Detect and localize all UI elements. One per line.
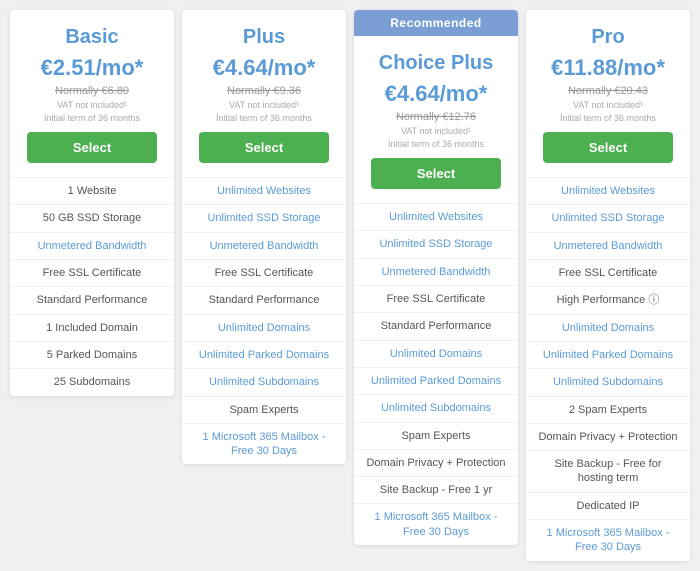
plan-name-choice-plus: Choice Plus — [364, 52, 508, 75]
plan-price-plus: €4.64/mo* — [192, 55, 336, 81]
feature-item: 1 Microsoft 365 Mailbox - Free 30 Days — [354, 504, 518, 545]
feature-item: Unlimited Domains — [354, 341, 518, 368]
feature-item: 2 Spam Experts — [526, 397, 690, 424]
feature-item: 50 GB SSD Storage — [10, 205, 174, 232]
feature-item: Standard Performance — [10, 287, 174, 314]
feature-item: Unmetered Bandwidth — [526, 233, 690, 260]
select-button-choice-plus[interactable]: Select — [371, 158, 501, 189]
plan-features-plus: Unlimited WebsitesUnlimited SSD StorageU… — [182, 178, 346, 464]
plan-features-pro: Unlimited WebsitesUnlimited SSD StorageU… — [526, 178, 690, 560]
feature-item: Free SSL Certificate — [10, 260, 174, 287]
feature-item: 5 Parked Domains — [10, 342, 174, 369]
feature-item: 25 Subdomains — [10, 369, 174, 395]
plan-vat-choice-plus: VAT not included¹Initial term of 36 mont… — [364, 125, 508, 150]
plan-card-pro: Pro €11.88/mo* Normally €20.43 VAT not i… — [526, 10, 690, 561]
feature-item: Unlimited Websites — [354, 204, 518, 231]
plan-card-basic: Basic €2.51/mo* Normally €6.80 VAT not i… — [10, 10, 174, 396]
select-button-pro[interactable]: Select — [543, 132, 673, 163]
plan-normal-price-choice-plus: Normally €12.76 — [364, 111, 508, 123]
feature-item: 1 Included Domain — [10, 315, 174, 342]
feature-item: 1 Microsoft 365 Mailbox - Free 30 Days — [526, 520, 690, 561]
feature-item: Unmetered Bandwidth — [10, 233, 174, 260]
select-button-plus[interactable]: Select — [199, 132, 329, 163]
plan-header-pro: Pro €11.88/mo* Normally €20.43 VAT not i… — [526, 10, 690, 178]
feature-item: Unlimited Websites — [182, 178, 346, 205]
plan-header-plus: Plus €4.64/mo* Normally €9.36 VAT not in… — [182, 10, 346, 178]
feature-item: Unlimited Domains — [526, 315, 690, 342]
plan-vat-pro: VAT not included¹Initial term of 36 mont… — [536, 99, 680, 124]
feature-item: Domain Privacy + Protection — [526, 424, 690, 451]
plan-normal-price-pro: Normally €20.43 — [536, 85, 680, 97]
feature-item: Free SSL Certificate — [354, 286, 518, 313]
feature-item: Unlimited Websites — [526, 178, 690, 205]
plan-name-pro: Pro — [536, 26, 680, 49]
plan-card-choice-plus: Recommended Choice Plus €4.64/mo* Normal… — [354, 10, 518, 545]
feature-item: Site Backup - Free for hosting term — [526, 451, 690, 493]
feature-item: Unlimited Parked Domains — [182, 342, 346, 369]
plan-normal-price-basic: Normally €6.80 — [20, 85, 164, 97]
feature-item: Unlimited Parked Domains — [526, 342, 690, 369]
feature-item: Site Backup - Free 1 yr — [354, 477, 518, 504]
plan-card-plus: Plus €4.64/mo* Normally €9.36 VAT not in… — [182, 10, 346, 464]
feature-item: Free SSL Certificate — [526, 260, 690, 287]
plan-header-choice-plus: Choice Plus €4.64/mo* Normally €12.76 VA… — [354, 36, 518, 204]
feature-item: Free SSL Certificate — [182, 260, 346, 287]
feature-item: Unlimited Parked Domains — [354, 368, 518, 395]
feature-item: Domain Privacy + Protection — [354, 450, 518, 477]
feature-item: Unlimited SSD Storage — [354, 231, 518, 258]
feature-item: Spam Experts — [354, 423, 518, 450]
plan-price-choice-plus: €4.64/mo* — [364, 81, 508, 107]
feature-item: 1 Website — [10, 178, 174, 205]
select-button-basic[interactable]: Select — [27, 132, 157, 163]
plan-vat-basic: VAT not included¹Initial term of 36 mont… — [20, 99, 164, 124]
feature-item: Unlimited SSD Storage — [526, 205, 690, 232]
feature-item: Spam Experts — [182, 397, 346, 424]
feature-item: Unmetered Bandwidth — [354, 259, 518, 286]
feature-item: High Performance ⓘ — [526, 287, 690, 314]
feature-item: Unmetered Bandwidth — [182, 233, 346, 260]
plan-vat-plus: VAT not included¹Initial term of 36 mont… — [192, 99, 336, 124]
feature-item: Unlimited Subdomains — [354, 395, 518, 422]
plan-features-choice-plus: Unlimited WebsitesUnlimited SSD StorageU… — [354, 204, 518, 545]
feature-item: Dedicated IP — [526, 493, 690, 520]
feature-item: Unlimited Domains — [182, 315, 346, 342]
feature-item: Unlimited Subdomains — [526, 369, 690, 396]
plan-name-basic: Basic — [20, 26, 164, 49]
plan-price-basic: €2.51/mo* — [20, 55, 164, 81]
feature-item: Unlimited SSD Storage — [182, 205, 346, 232]
plan-header-basic: Basic €2.51/mo* Normally €6.80 VAT not i… — [10, 10, 174, 178]
feature-item: 1 Microsoft 365 Mailbox - Free 30 Days — [182, 424, 346, 465]
feature-item: Unlimited Subdomains — [182, 369, 346, 396]
plan-normal-price-plus: Normally €9.36 — [192, 85, 336, 97]
recommended-badge: Recommended — [354, 10, 518, 36]
pricing-container: Basic €2.51/mo* Normally €6.80 VAT not i… — [10, 10, 690, 561]
feature-item: Standard Performance — [182, 287, 346, 314]
plan-features-basic: 1 Website50 GB SSD StorageUnmetered Band… — [10, 178, 174, 395]
plan-name-plus: Plus — [192, 26, 336, 49]
plan-price-pro: €11.88/mo* — [536, 55, 680, 81]
feature-item: Standard Performance — [354, 313, 518, 340]
